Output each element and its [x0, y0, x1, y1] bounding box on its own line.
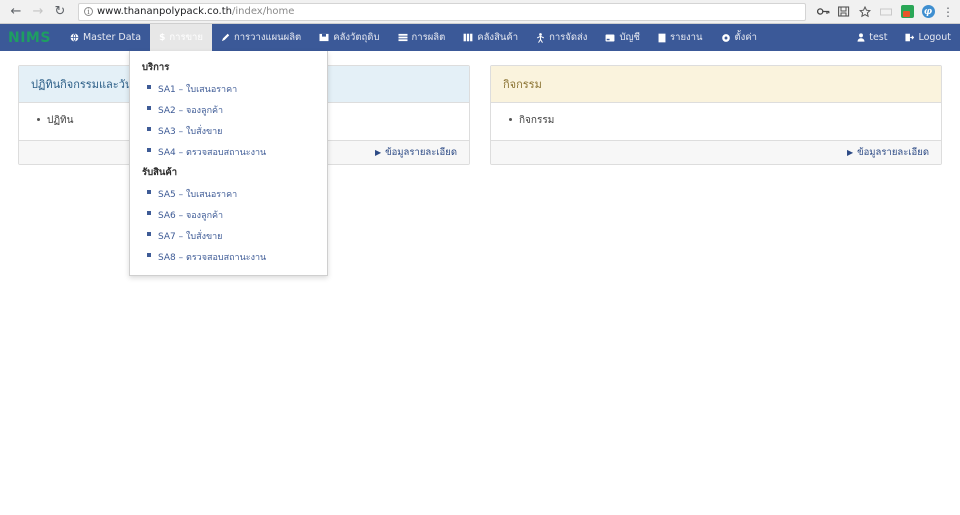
activity-panel: กิจกรรม กิจกรรม ▶ ข้อมูลรายละเอียด — [490, 65, 942, 165]
nav-item-label: รายงาน — [670, 32, 703, 43]
url-text: www.thananpolypack.co.th/index/home — [97, 6, 294, 17]
activity-list: กิจกรรม — [503, 111, 929, 130]
logout-icon — [905, 33, 915, 42]
logout-button[interactable]: Logout — [896, 24, 960, 51]
layers-icon — [398, 33, 408, 42]
wallet-icon — [605, 34, 615, 42]
play-triangle-icon: ▶ — [374, 147, 382, 157]
pencil-icon — [221, 33, 230, 42]
save-page-icon[interactable] — [837, 5, 851, 19]
dropdown-group-header: บริการ — [142, 62, 170, 73]
app-navbar: NIMS Master Data $ การขาย การวางแผนผลิต … — [0, 24, 960, 51]
back-arrow-icon[interactable]: ← — [6, 2, 26, 22]
extension-placeholder-icon[interactable] — [879, 5, 893, 19]
box-icon — [319, 33, 329, 42]
gear-icon — [721, 33, 731, 43]
logout-label: Logout — [918, 32, 951, 43]
kebab-menu-icon[interactable]: ⋮ — [942, 5, 954, 19]
reload-icon[interactable]: ↻ — [50, 2, 70, 22]
nav-item-label: การขาย — [169, 32, 203, 43]
extension-blue-icon[interactable]: φ — [921, 5, 935, 19]
dropdown-item-sa2[interactable]: SA2 – จองลูกค้า — [147, 99, 327, 120]
user-name-label: test — [869, 32, 888, 43]
dropdown-item-sa4[interactable]: SA4 – ตรวจสอบสถานะงาน — [147, 141, 327, 162]
site-info-icon[interactable]: i — [84, 7, 93, 16]
nav-item-label: บัญชี — [619, 32, 641, 43]
nav-item-sales[interactable]: $ การขาย — [150, 24, 212, 51]
truck-icon — [536, 32, 545, 43]
globe-icon — [70, 33, 79, 42]
chrome-action-icons: φ ⋮ — [812, 5, 954, 19]
brand-logo[interactable]: NIMS — [0, 24, 61, 51]
navbar-spacer — [766, 24, 848, 51]
dropdown-group-list-receive: SA5 – ใบเสนอราคา SA6 – จองลูกค้า SA7 – ใ… — [130, 183, 327, 267]
user-icon — [857, 33, 865, 42]
dropdown-item-sa8[interactable]: SA8 – ตรวจสอบสถานะงาน — [147, 246, 327, 267]
detail-link-label: ข้อมูลรายละเอียด — [857, 147, 929, 158]
dropdown-item-sa1[interactable]: SA1 – ใบเสนอราคา — [147, 78, 327, 99]
play-triangle-icon: ▶ — [846, 147, 854, 157]
nav-item-label: การวางแผนผลิต — [233, 32, 302, 43]
warehouse-icon — [463, 33, 473, 42]
nav-item-delivery[interactable]: การจัดส่ง — [527, 24, 596, 51]
nav-item-product-warehouse[interactable]: คลังสินค้า — [454, 24, 527, 51]
address-bar[interactable]: i www.thananpolypack.co.th/index/home — [78, 2, 806, 21]
forward-arrow-icon[interactable]: → — [28, 2, 48, 22]
nav-item-label: คลังสินค้า — [477, 32, 519, 43]
user-menu[interactable]: test — [848, 24, 896, 51]
sales-dropdown-menu: บริการ SA1 – ใบเสนอราคา SA2 – จองลูกค้า … — [129, 51, 328, 276]
bookmark-star-icon[interactable] — [858, 5, 872, 19]
url-host: www.thananpolypack.co.th — [97, 6, 232, 17]
nav-item-settings[interactable]: ตั้งค่า — [712, 24, 767, 51]
dollar-icon: $ — [159, 32, 166, 43]
calendar-detail-link[interactable]: ▶ ข้อมูลรายละเอียด — [375, 145, 457, 160]
detail-link-label: ข้อมูลรายละเอียด — [385, 147, 457, 158]
activity-panel-footer: ▶ ข้อมูลรายละเอียด — [491, 140, 941, 164]
extension-green-icon[interactable] — [900, 5, 914, 19]
navbar-right-group: test Logout — [848, 24, 960, 51]
dropdown-group-list-service: SA1 – ใบเสนอราคา SA2 – จองลูกค้า SA3 – ใ… — [130, 78, 327, 162]
dropdown-item-sa7[interactable]: SA7 – ใบสั่งขาย — [147, 225, 327, 246]
nav-item-accounting[interactable]: บัญชี — [596, 24, 649, 51]
nav-item-label: การจัดส่ง — [549, 32, 588, 43]
nav-item-material-warehouse[interactable]: คลังวัตถุดิบ — [310, 24, 388, 51]
dropdown-item-sa5[interactable]: SA5 – ใบเสนอราคา — [147, 183, 327, 204]
nav-item-label: Master Data — [82, 32, 142, 43]
activity-detail-link[interactable]: ▶ ข้อมูลรายละเอียด — [847, 145, 929, 160]
browser-toolbar: ← → ↻ i www.thananpolypack.co.th/index/h… — [0, 0, 960, 24]
nav-item-production-planning[interactable]: การวางแผนผลิต — [212, 24, 310, 51]
nav-item-master-data[interactable]: Master Data — [61, 24, 150, 51]
nav-item-label: การผลิต — [411, 32, 446, 43]
activity-panel-body: กิจกรรม — [491, 103, 941, 140]
url-path: /index/home — [231, 6, 295, 17]
activity-panel-title: กิจกรรม — [491, 66, 941, 103]
dropdown-item-sa6[interactable]: SA6 – จองลูกค้า — [147, 204, 327, 225]
dropdown-group-header: รับสินค้า — [142, 167, 178, 178]
nav-item-label: ตั้งค่า — [734, 32, 758, 43]
report-icon — [658, 33, 666, 43]
nav-item-reports[interactable]: รายงาน — [649, 24, 711, 51]
key-icon[interactable] — [816, 5, 830, 19]
nav-item-production[interactable]: การผลิต — [389, 24, 455, 51]
dropdown-item-sa3[interactable]: SA3 – ใบสั่งขาย — [147, 120, 327, 141]
list-item[interactable]: กิจกรรม — [509, 111, 929, 130]
nav-item-label: คลังวัตถุดิบ — [333, 32, 380, 43]
